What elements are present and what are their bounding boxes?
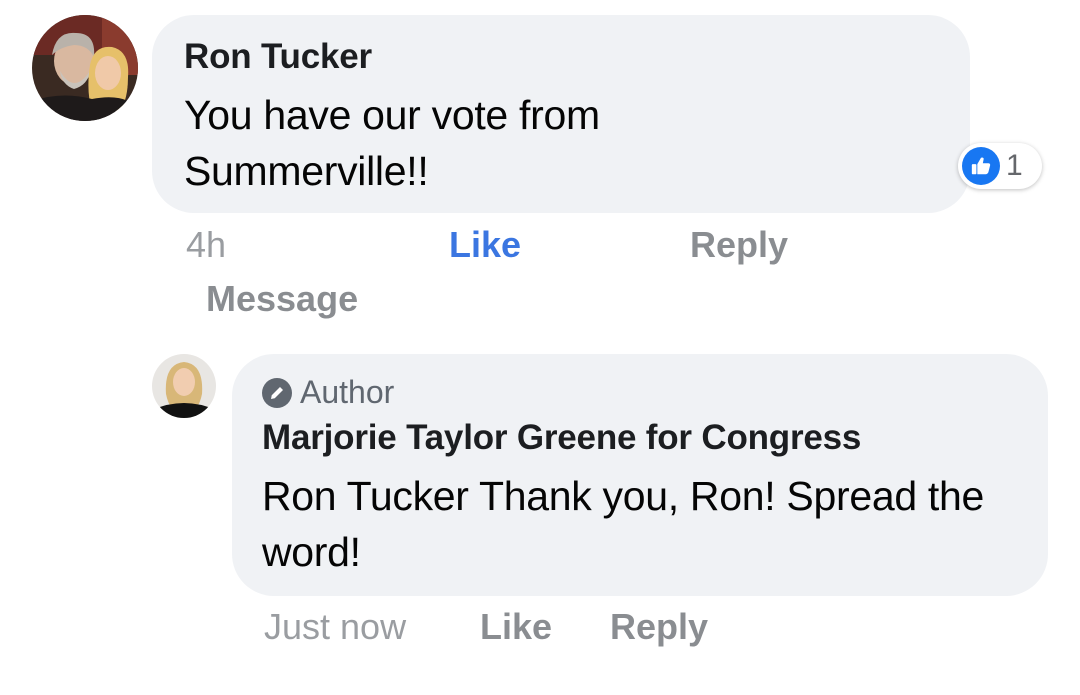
comment-author-name[interactable]: Marjorie Taylor Greene for Congress — [262, 418, 861, 458]
comment-timestamp[interactable]: 4h — [186, 224, 226, 266]
like-thumb-icon — [962, 147, 1000, 185]
reaction-summary[interactable]: 1 — [958, 143, 1042, 189]
author-badge-label: Author — [300, 374, 395, 410]
comment-author-name[interactable]: Ron Tucker — [184, 37, 372, 77]
reply-button[interactable]: Reply — [690, 224, 788, 266]
comment-bubble: Ron Tucker You have our vote from Summer… — [152, 15, 970, 213]
avatar[interactable] — [32, 15, 138, 121]
reply-button[interactable]: Reply — [610, 606, 708, 648]
message-button[interactable]: Message — [206, 278, 358, 320]
comment-timestamp[interactable]: Just now — [264, 606, 406, 648]
like-button[interactable]: Like — [480, 606, 552, 648]
reaction-count: 1 — [1006, 149, 1023, 182]
comment-text: Ron Tucker Thank you, Ron! Spread the wo… — [262, 473, 985, 575]
comment-text: You have our vote from Summerville!! — [184, 92, 600, 194]
comment-thread: Ron Tucker You have our vote from Summer… — [0, 0, 1080, 695]
reply-bubble: Author Marjorie Taylor Greene for Congre… — [232, 354, 1048, 596]
like-button[interactable]: Like — [449, 224, 521, 266]
avatar[interactable] — [152, 354, 216, 418]
pencil-icon — [262, 377, 292, 408]
author-badge: Author — [262, 374, 394, 411]
